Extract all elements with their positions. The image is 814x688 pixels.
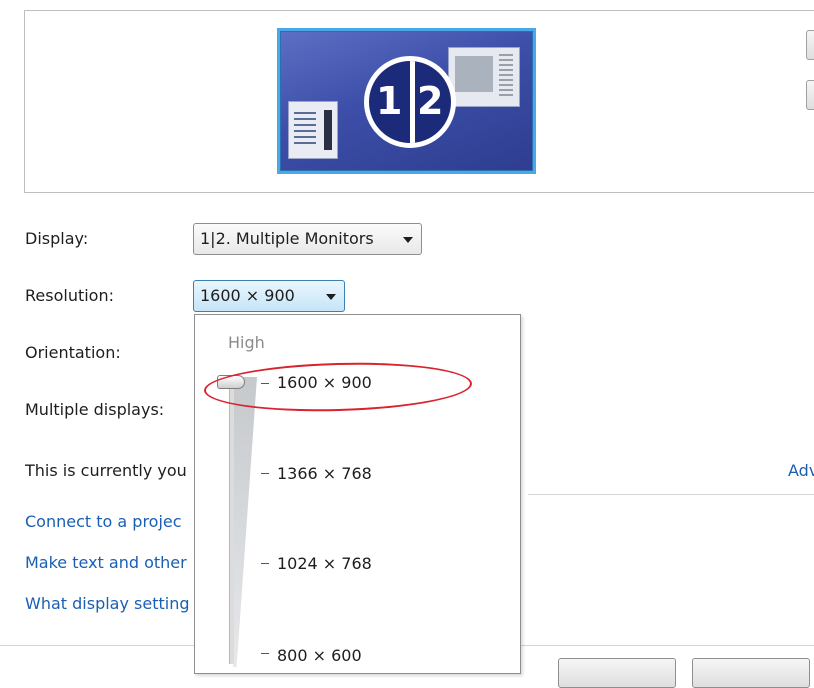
monitor-number-badge: 1 2 bbox=[364, 56, 456, 148]
advanced-settings-link[interactable]: Adv bbox=[788, 461, 814, 480]
slider-tick bbox=[261, 473, 269, 474]
monitor-number-1: 1 bbox=[376, 79, 403, 123]
cancel-button[interactable] bbox=[692, 658, 810, 688]
slider-track[interactable] bbox=[229, 379, 234, 664]
mini-window-right-icon bbox=[448, 47, 520, 107]
connect-projector-link[interactable]: Connect to a projec bbox=[25, 512, 182, 531]
resolution-option-1024x768[interactable]: 1024 × 768 bbox=[277, 554, 372, 573]
resolution-label: Resolution: bbox=[25, 286, 114, 305]
resolution-option-1366x768[interactable]: 1366 × 768 bbox=[277, 464, 372, 483]
slider-tick bbox=[261, 563, 269, 564]
monitor-number-2: 2 bbox=[417, 79, 444, 123]
current-display-status: This is currently you bbox=[25, 461, 187, 480]
resolution-option-800x600[interactable]: 800 × 600 bbox=[277, 646, 362, 665]
mini-window-left-icon bbox=[288, 101, 338, 159]
monitor-1-2-preview[interactable]: 1 2 bbox=[277, 28, 536, 174]
multiple-displays-label: Multiple displays: bbox=[25, 400, 165, 419]
high-label: High bbox=[228, 333, 265, 352]
slider-wedge bbox=[233, 377, 257, 667]
resolution-dropdown[interactable]: 1600 × 900 bbox=[193, 280, 345, 312]
display-dropdown-value: 1|2. Multiple Monitors bbox=[200, 229, 374, 248]
detect-button[interactable] bbox=[806, 80, 814, 110]
divider bbox=[528, 494, 814, 495]
chevron-down-icon bbox=[326, 294, 336, 300]
slider-tick bbox=[261, 653, 269, 654]
resolution-dropdown-value: 1600 × 900 bbox=[200, 286, 295, 305]
chevron-down-icon bbox=[403, 237, 413, 243]
display-settings-help-link[interactable]: What display setting bbox=[25, 594, 190, 613]
make-text-larger-link[interactable]: Make text and other bbox=[25, 553, 187, 572]
orientation-label: Orientation: bbox=[25, 343, 121, 362]
display-dropdown[interactable]: 1|2. Multiple Monitors bbox=[193, 223, 422, 255]
display-label: Display: bbox=[25, 229, 89, 248]
identify-button[interactable] bbox=[806, 30, 814, 60]
ok-button[interactable] bbox=[558, 658, 676, 688]
